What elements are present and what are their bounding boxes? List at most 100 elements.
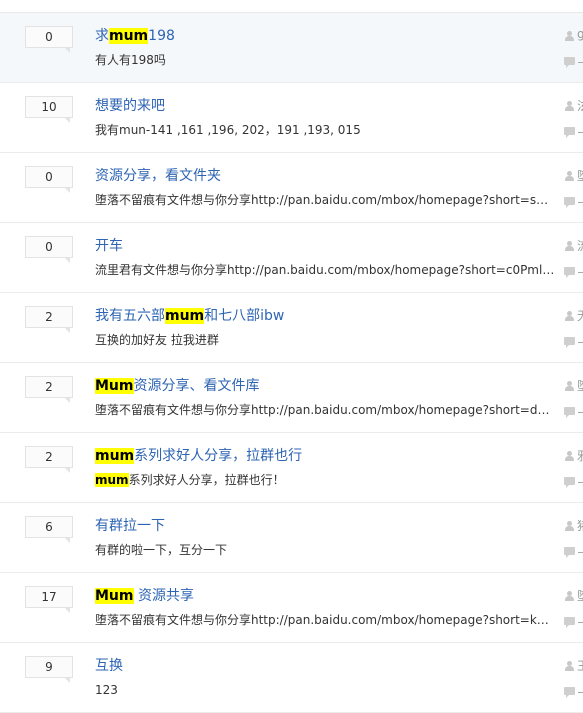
user-icon — [565, 31, 574, 41]
last-reply-divider — [578, 412, 583, 413]
thread-row: 2 我有五六部mum和七八部ibw 互换的加好友 拉我进群 无 — [0, 293, 583, 363]
reply-count: 2 — [25, 376, 73, 403]
title-text: 系列求好人分享，拉群也行 — [134, 448, 303, 464]
thread-title-link[interactable]: 想要的来吧 — [95, 96, 165, 116]
abstract-text: 系列求好人分享，拉群也行！ — [128, 473, 285, 487]
thread-abstract: 有群的啦一下，互分一下 — [95, 542, 555, 558]
reply-count: 0 — [25, 166, 73, 193]
title-text: 资源分享、看文件库 — [133, 378, 260, 394]
author-name-link[interactable]: 泫 — [577, 97, 583, 114]
abstract-text: 流里君有文件想与你分享http://pan.baidu.com/mbox/hom… — [95, 263, 555, 277]
abstract-text: 有群的啦一下，互分一下 — [95, 543, 228, 557]
thread-title-link[interactable]: 互换 — [95, 656, 123, 676]
user-icon — [565, 381, 574, 391]
keyword-highlight: mum — [109, 28, 149, 44]
title-text: 资源共享 — [133, 588, 194, 604]
thread-list: 0 求mum198 有人有198吗 g 10 想要的来吧 我有mun-141 ,… — [0, 0, 583, 713]
thread-abstract: 123 — [95, 682, 555, 698]
thread-row: 2 mum系列求好人分享，拉群也行 mum系列求好人分享，拉群也行！ 邪 — [0, 433, 583, 503]
keyword-highlight: mum — [165, 308, 205, 324]
thread-abstract: 有人有198吗 — [95, 52, 555, 68]
title-text: 求 — [95, 28, 109, 44]
reply-count: 10 — [25, 96, 73, 123]
author-name-link[interactable]: 堕 — [577, 167, 583, 184]
author-name-link[interactable]: g — [577, 27, 583, 41]
abstract-text: 堕落不留痕有文件想与你分享http://pan.baidu.com/mbox/h… — [95, 613, 555, 627]
reply-icon — [564, 267, 575, 278]
reply-icon — [564, 57, 575, 68]
keyword-highlight: Mum — [95, 588, 134, 604]
user-icon — [565, 451, 574, 461]
thread-abstract: 堕落不留痕有文件想与你分享http://pan.baidu.com/mbox/h… — [95, 612, 555, 628]
last-reply-divider — [578, 202, 583, 203]
reply-icon — [564, 477, 575, 488]
reply-icon — [564, 687, 575, 698]
reply-count: 2 — [25, 446, 73, 473]
thread-title-link[interactable]: 我有五六部mum和七八部ibw — [95, 306, 284, 326]
abstract-text: 堕落不留痕有文件想与你分享http://pan.baidu.com/mbox/h… — [95, 193, 555, 207]
thread-title-link[interactable]: 求mum198 — [95, 26, 175, 46]
last-reply-divider — [578, 692, 583, 693]
thread-abstract: 互换的加好友 拉我进群 — [95, 332, 555, 348]
user-icon — [565, 311, 574, 321]
thread-title-link[interactable]: mum系列求好人分享，拉群也行 — [95, 446, 302, 466]
author-name-link[interactable]: 堕 — [577, 377, 583, 394]
last-reply-divider — [578, 132, 583, 133]
author-name-link[interactable]: 猪 — [577, 517, 583, 534]
thread-row: 2 Mum资源分享、看文件库 堕落不留痕有文件想与你分享http://pan.b… — [0, 363, 583, 433]
thread-title-link[interactable]: 有群拉一下 — [95, 516, 165, 536]
last-reply-divider — [578, 622, 583, 623]
thread-abstract: 我有mun-141 ,161 ,196, 202，191 ,193, 015 — [95, 122, 555, 138]
title-text: 资源分享，看文件夹 — [95, 168, 221, 184]
thread-title-link[interactable]: Mum 资源共享 — [95, 586, 194, 606]
thread-row: 0 求mum198 有人有198吗 g — [0, 13, 583, 83]
reply-icon — [564, 617, 575, 628]
thread-title-link[interactable]: Mum资源分享、看文件库 — [95, 376, 260, 396]
author-name-link[interactable]: 邪 — [577, 447, 583, 464]
list-top-divider — [0, 0, 583, 13]
thread-row: 0 开车 流里君有文件想与你分享http://pan.baidu.com/mbo… — [0, 223, 583, 293]
reply-count: 6 — [25, 516, 73, 543]
reply-icon — [564, 197, 575, 208]
thread-title-link[interactable]: 资源分享，看文件夹 — [95, 166, 221, 186]
reply-count: 17 — [25, 586, 73, 613]
user-icon — [565, 521, 574, 531]
user-icon — [565, 101, 574, 111]
user-icon — [565, 661, 574, 671]
thread-abstract: 流里君有文件想与你分享http://pan.baidu.com/mbox/hom… — [95, 262, 555, 278]
author-name-link[interactable]: 无 — [577, 307, 583, 324]
thread-row: 10 想要的来吧 我有mun-141 ,161 ,196, 202，191 ,1… — [0, 83, 583, 153]
last-reply-divider — [578, 552, 583, 553]
author-name-link[interactable]: 堕 — [577, 587, 583, 604]
title-text: 想要的来吧 — [95, 98, 165, 114]
title-text: 我有五六部 — [95, 308, 165, 324]
author-name-link[interactable]: 流 — [577, 237, 583, 254]
reply-icon — [564, 127, 575, 138]
thread-abstract: 堕落不留痕有文件想与你分享http://pan.baidu.com/mbox/h… — [95, 402, 555, 418]
reply-count: 9 — [25, 656, 73, 683]
abstract-text: 我有mun-141 ,161 ,196, 202，191 ,193, 015 — [95, 123, 361, 137]
thread-title-link[interactable]: 开车 — [95, 236, 123, 256]
thread-row: 9 互换 123 王 — [0, 643, 583, 713]
user-icon — [565, 171, 574, 181]
thread-row: 6 有群拉一下 有群的啦一下，互分一下 猪 — [0, 503, 583, 573]
thread-row: 17 Mum 资源共享 堕落不留痕有文件想与你分享http://pan.baid… — [0, 573, 583, 643]
user-icon — [565, 591, 574, 601]
title-text: 互换 — [95, 658, 123, 674]
last-reply-divider — [578, 482, 583, 483]
title-text: 198 — [148, 28, 175, 44]
author-name-link[interactable]: 王 — [577, 657, 583, 674]
thread-abstract: mum系列求好人分享，拉群也行！ — [95, 472, 555, 488]
title-text: 和七八部ibw — [204, 308, 285, 324]
title-text: 开车 — [95, 238, 123, 254]
reply-count: 2 — [25, 306, 73, 333]
user-icon — [565, 241, 574, 251]
keyword-highlight: mum — [95, 473, 129, 487]
thread-row: 0 资源分享，看文件夹 堕落不留痕有文件想与你分享http://pan.baid… — [0, 153, 583, 223]
abstract-text: 有人有198吗 — [95, 53, 166, 67]
reply-count: 0 — [25, 26, 73, 53]
abstract-text: 堕落不留痕有文件想与你分享http://pan.baidu.com/mbox/h… — [95, 403, 555, 417]
reply-icon — [564, 337, 575, 348]
abstract-text: 互换的加好友 拉我进群 — [95, 333, 219, 347]
reply-icon — [564, 407, 575, 418]
